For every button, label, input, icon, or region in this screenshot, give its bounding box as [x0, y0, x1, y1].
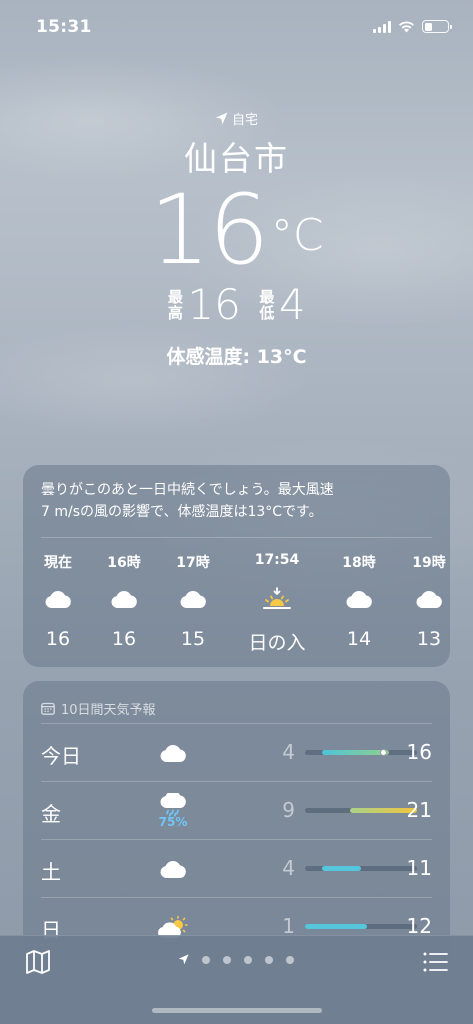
- hour-temp: 13: [416, 628, 442, 650]
- hour-label: 現在: [44, 555, 72, 571]
- day-high: 21: [406, 798, 432, 822]
- divider: [41, 839, 432, 840]
- page-indicator[interactable]: [178, 954, 294, 965]
- hourly-forecast-card[interactable]: 曇りがこのあと一日中続くでしょう。最大風速 7 m/sの風の影響で、体感温度は1…: [23, 465, 450, 667]
- map-icon: [26, 950, 50, 974]
- map-button[interactable]: [24, 948, 52, 976]
- page-dot[interactable]: [265, 955, 273, 964]
- list-icon: [423, 952, 448, 972]
- wifi-icon: [399, 21, 414, 33]
- battery-icon: [422, 20, 452, 33]
- temp-range-bar: [305, 866, 417, 871]
- day-low: 4: [282, 856, 295, 880]
- hour-label: 17:54: [254, 552, 300, 568]
- cloud-rain-icon: 75%: [153, 789, 193, 833]
- location-row: 自宅: [0, 108, 473, 128]
- day-high: 11: [406, 856, 432, 880]
- day-row[interactable]: 土 4 11: [23, 839, 450, 897]
- high-temp: 最高 16: [167, 280, 241, 329]
- high-value: 16: [187, 280, 241, 329]
- cloud-icon: [153, 847, 193, 891]
- cloud-icon: [394, 579, 464, 619]
- cloud-icon: [89, 579, 159, 619]
- day-high: 16: [406, 740, 432, 764]
- summary-line-2: 7 m/sの風の影響で、体感温度は13°Cです。: [41, 504, 323, 520]
- status-bar: 15:31: [0, 0, 473, 56]
- home-indicator: [152, 1008, 322, 1013]
- current-weather-header: 自宅 仙台市 16 °C 最高 16 最低 4 体感温度: 13°C: [0, 108, 473, 369]
- cloud-icon: [158, 579, 228, 619]
- battery-level: [424, 22, 433, 31]
- location-list-button[interactable]: [421, 948, 449, 976]
- high-low-row: 最高 16 最低 4: [0, 284, 473, 326]
- hourly-list[interactable]: 現在 16 16時 16 17時 15 17:54 日の入 18時 14 19時…: [23, 538, 450, 666]
- summary-line-1: 曇りがこのあと一日中続くでしょう。最大風速: [41, 482, 334, 498]
- hour-temp: 14: [346, 628, 372, 650]
- hour-temp: 15: [180, 628, 206, 650]
- low-temp: 最低 4: [259, 280, 306, 329]
- city-name: 仙台市: [184, 139, 289, 178]
- day-row[interactable]: 金 75% 9 21: [23, 781, 450, 839]
- day-low: 9: [282, 798, 295, 822]
- temp-range-fill: [305, 924, 367, 929]
- cloud-icon: [23, 579, 93, 619]
- location-arrow-icon: [215, 112, 228, 124]
- hour-label: 19時: [412, 555, 446, 571]
- location-label: 自宅: [231, 112, 258, 128]
- temp-range-fill: [321, 866, 361, 871]
- divider: [41, 897, 432, 898]
- temp-range-bar: [305, 808, 417, 813]
- hour-item-sunset: 17:54 日の入: [237, 552, 317, 655]
- temp-range-bar: [305, 749, 417, 756]
- ten-day-forecast-card[interactable]: 10日間天気予報 今日 4 16 金 75% 9 21 土 4 11 日 1 1…: [23, 681, 450, 961]
- high-label: 最高: [167, 288, 183, 322]
- feels-like: 体感温度: 13°C: [166, 346, 307, 368]
- bottom-toolbar: [0, 935, 473, 1024]
- daily-header-label: 10日間天気予報: [61, 703, 156, 718]
- hour-item: 19時 13: [394, 552, 464, 650]
- daily-header: 10日間天気予報: [23, 681, 450, 723]
- status-time: 15:31: [36, 17, 92, 37]
- hour-temp: 16: [45, 628, 71, 650]
- low-value: 4: [278, 280, 306, 329]
- hour-item: 18時 14: [324, 552, 394, 650]
- hour-item: 16時 16: [89, 552, 159, 650]
- current-temperature: 16 °C: [149, 182, 323, 278]
- low-label: 最低: [259, 288, 275, 322]
- hour-item: 現在 16: [23, 552, 93, 650]
- cloud-icon: [324, 579, 394, 619]
- hour-temp: 日の入: [248, 632, 306, 654]
- hour-label: 17時: [176, 555, 210, 571]
- precipitation-chance: 75%: [158, 815, 188, 829]
- cellular-signal-icon: [373, 20, 391, 33]
- page-dot[interactable]: [202, 955, 210, 964]
- hour-label: 18時: [342, 555, 376, 571]
- calendar-icon: [41, 702, 55, 715]
- divider: [41, 781, 432, 782]
- day-name: 金: [41, 802, 61, 826]
- page-dot[interactable]: [244, 955, 252, 964]
- current-temp-dot: [379, 749, 387, 756]
- temp-range-fill: [321, 750, 389, 755]
- temp-range-bar: [305, 924, 417, 929]
- page-dot[interactable]: [223, 955, 231, 964]
- day-name: 今日: [41, 744, 81, 768]
- location-arrow-icon: [178, 954, 189, 965]
- cloud-icon: [153, 731, 193, 775]
- page-dot[interactable]: [286, 955, 294, 964]
- forecast-summary: 曇りがこのあと一日中続くでしょう。最大風速 7 m/sの風の影響で、体感温度は1…: [23, 465, 450, 537]
- hour-item: 17時 15: [158, 552, 228, 650]
- day-name: 土: [41, 860, 61, 884]
- day-low: 4: [282, 740, 295, 764]
- day-row[interactable]: 今日 4 16: [23, 723, 450, 781]
- current-temp-value: 16: [149, 174, 269, 286]
- divider: [41, 723, 432, 724]
- sunset-icon: [237, 579, 317, 619]
- temp-unit: °C: [270, 210, 324, 261]
- hour-label: 16時: [107, 555, 141, 571]
- status-icons: [373, 20, 452, 33]
- hour-temp: 16: [111, 628, 137, 650]
